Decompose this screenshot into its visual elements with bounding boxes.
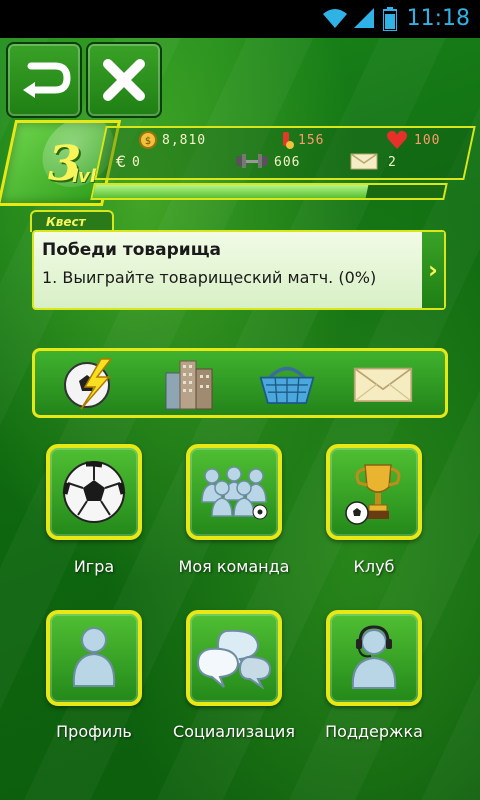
profile-person-icon <box>72 627 116 687</box>
club-button[interactable] <box>326 444 422 540</box>
quest-description: 1. Выиграйте товарищеский матч. (0%) <box>42 268 377 287</box>
back-arrow-icon <box>23 62 71 98</box>
trophy-ball-icon <box>345 464 401 525</box>
battery-icon <box>383 7 397 31</box>
chevron-right-icon: › <box>428 256 438 284</box>
game-button[interactable] <box>46 444 142 540</box>
support-button[interactable] <box>326 610 422 706</box>
xp-progress-bar <box>90 183 448 200</box>
quick-play-button[interactable] <box>59 357 119 411</box>
lightning-ball-icon <box>64 358 113 410</box>
euro-icon: € <box>116 152 126 170</box>
quick-actions-bar <box>32 348 448 418</box>
profile-button[interactable] <box>46 610 142 706</box>
buildings-icon <box>165 360 213 410</box>
quest-card[interactable]: Победи товарища 1. Выиграйте товарищески… <box>32 230 446 310</box>
chat-bubbles-icon <box>196 629 272 689</box>
quick-city-button[interactable] <box>159 357 219 411</box>
power-value: 156 <box>298 133 325 148</box>
svg-text:€: € <box>116 152 126 170</box>
close-icon <box>103 59 145 101</box>
euro-value: 0 <box>132 155 141 170</box>
messages-value: 2 <box>388 155 397 170</box>
health-value: 100 <box>414 133 441 148</box>
xp-progress-fill <box>92 185 369 198</box>
shopping-basket-icon <box>259 366 315 404</box>
wifi-icon <box>323 9 347 28</box>
club-label: Клуб <box>353 557 395 576</box>
power-icon <box>283 132 294 149</box>
signal-icon <box>354 8 374 28</box>
status-time: 11:18 <box>406 6 470 31</box>
quest-tab: Квест <box>30 210 114 232</box>
my-team-label: Моя команда <box>178 557 290 576</box>
close-button[interactable] <box>86 42 162 118</box>
quest-next-button[interactable]: › <box>422 232 444 308</box>
quest-title: Победи товарища <box>42 240 221 260</box>
coin-icon: $ <box>139 131 157 149</box>
back-button[interactable] <box>6 42 82 118</box>
coins-value: 8,810 <box>162 133 207 148</box>
quick-shop-button[interactable] <box>257 357 317 411</box>
envelope-icon <box>353 367 413 403</box>
support-label: Поддержка <box>325 722 423 741</box>
strength-value: 606 <box>274 155 301 170</box>
team-players-icon <box>201 466 268 520</box>
game-label: Игра <box>73 557 115 576</box>
svg-text:$: $ <box>145 136 151 147</box>
socialization-button[interactable] <box>186 610 282 706</box>
headset-person-icon <box>351 625 397 689</box>
profile-label: Профиль <box>56 722 132 741</box>
my-team-button[interactable] <box>186 444 282 540</box>
socialization-label: Социализация <box>173 722 295 741</box>
dumbbell-icon <box>236 154 268 168</box>
quick-mail-button[interactable] <box>353 357 413 411</box>
messages-icon <box>350 153 378 170</box>
heart-icon <box>387 130 407 149</box>
status-bar: 11:18 <box>0 0 480 38</box>
soccer-ball-icon <box>62 461 126 523</box>
